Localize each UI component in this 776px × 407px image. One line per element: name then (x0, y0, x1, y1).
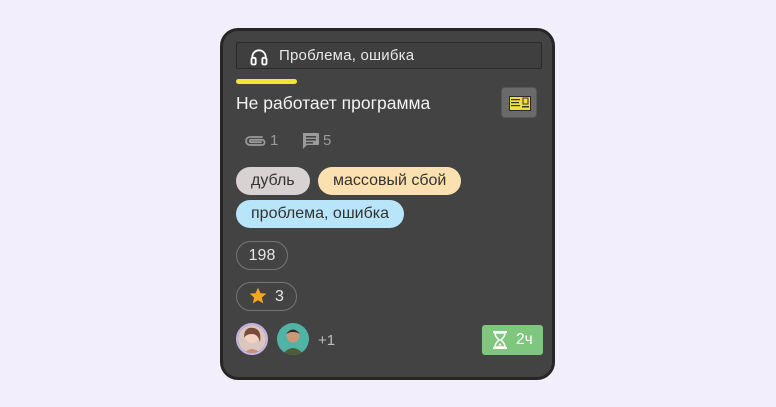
task-number-badge[interactable]: 198 (236, 241, 288, 270)
tag-chip[interactable]: массовый сбой (318, 167, 462, 195)
tag-chip[interactable]: дубль (236, 167, 310, 195)
assignee-avatar[interactable] (236, 323, 268, 355)
headset-icon (250, 49, 268, 66)
task-number: 198 (248, 247, 276, 264)
star-icon (249, 287, 267, 304)
hourglass-icon (493, 331, 507, 349)
rating-value: 3 (275, 288, 284, 305)
priority-indicator (236, 79, 297, 84)
task-type-header[interactable]: Проблема, ошибка (236, 42, 542, 69)
ticket-image-icon (509, 96, 531, 111)
task-title[interactable]: Не работает программа (236, 92, 430, 114)
extra-assignees-count[interactable]: +1 (318, 332, 335, 349)
timer-label: 2ч (516, 331, 533, 348)
task-type-label: Проблема, ошибка (279, 47, 415, 64)
paperclip-icon (245, 136, 266, 146)
comment-icon (303, 133, 319, 149)
comments-count: 5 (323, 132, 332, 149)
attachments-count: 1 (270, 132, 279, 149)
task-card[interactable]: Проблема, ошибка Не работает программа 1 (220, 28, 555, 380)
task-thumbnail[interactable] (501, 87, 537, 118)
rating-badge[interactable]: 3 (236, 282, 297, 311)
assignee-avatar[interactable] (277, 323, 309, 355)
timer-badge[interactable]: 2ч (482, 325, 543, 355)
tag-chip[interactable]: проблема, ошибка (236, 200, 405, 228)
